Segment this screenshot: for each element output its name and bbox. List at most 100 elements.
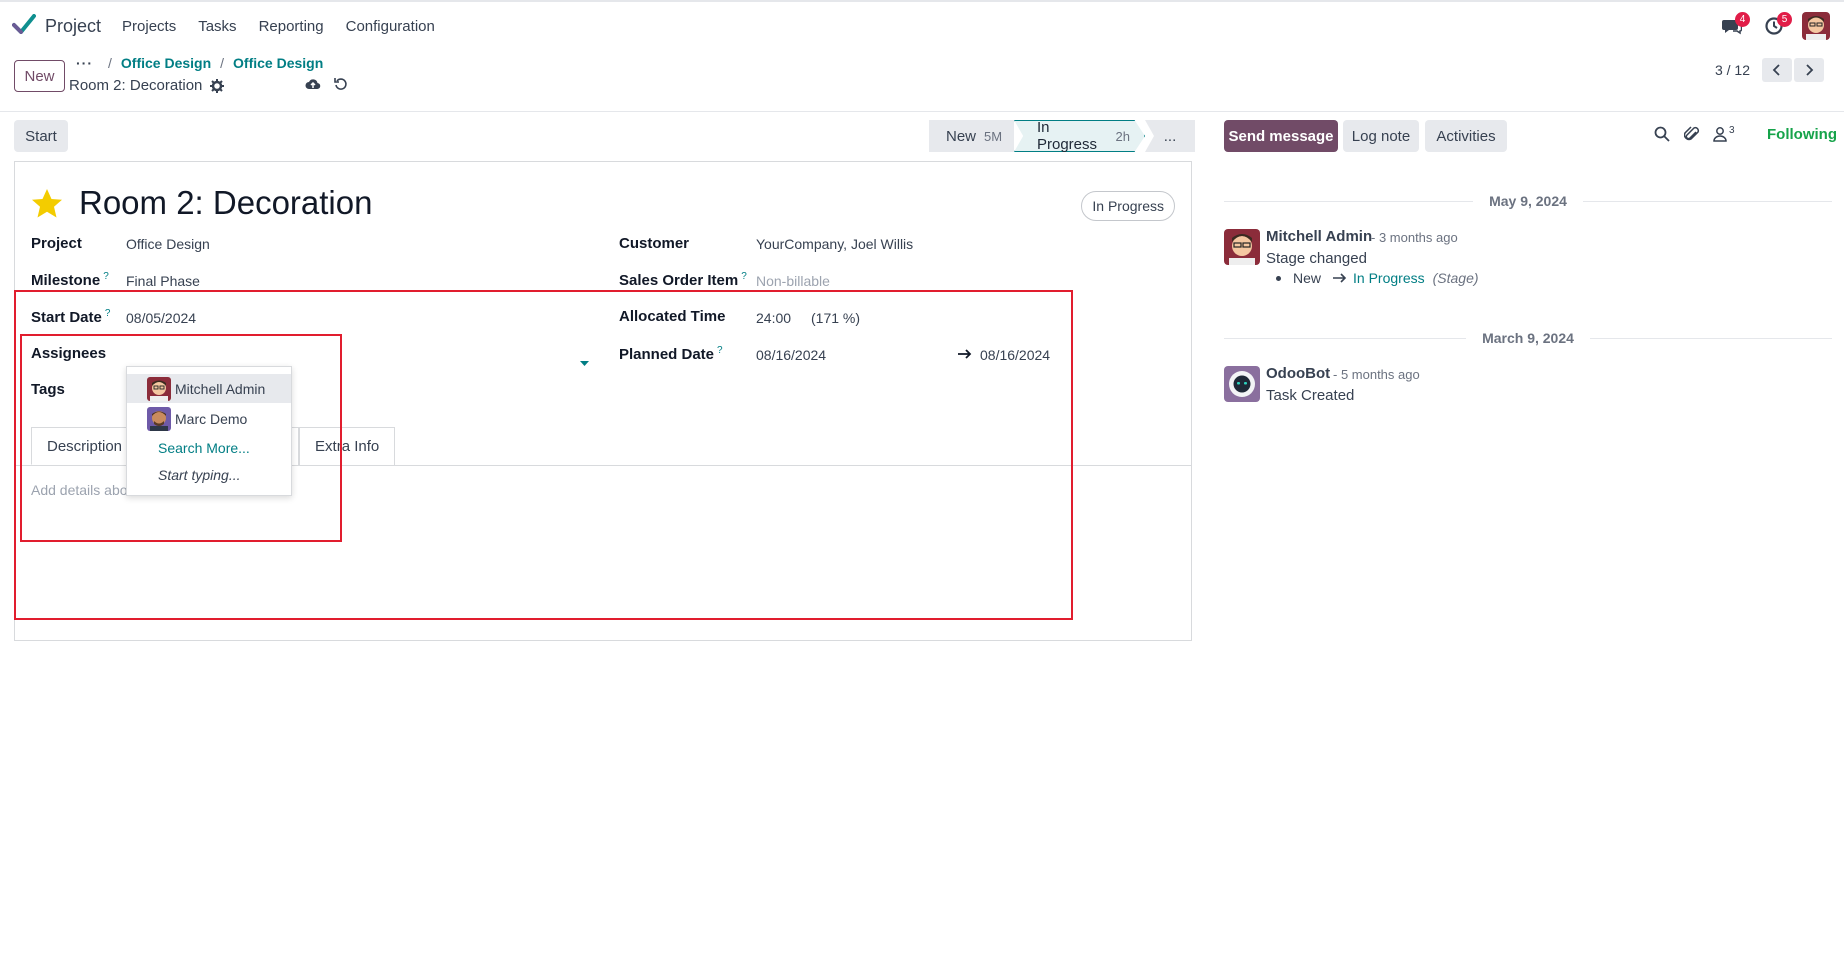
option-label: Mitchell Admin [175, 380, 266, 397]
allocated-percentage: (171 %) [811, 310, 861, 326]
customer-field[interactable]: YourCompany, Joel Willis [756, 236, 913, 252]
stage-label: New [946, 127, 977, 145]
breadcrumb-separator: / [108, 55, 112, 71]
tags-label: Tags [31, 381, 65, 398]
log-note-button[interactable]: Log note [1343, 120, 1419, 152]
paperclip-icon[interactable] [1684, 126, 1700, 143]
description-editor[interactable]: Add details abo [31, 482, 128, 498]
stage-new[interactable]: New 5M [929, 120, 1014, 152]
help-tooltip-icon[interactable]: ? [741, 271, 747, 282]
tab-extra-info[interactable]: Extra Info [299, 427, 396, 465]
stage-more-button[interactable]: ... [1145, 120, 1195, 152]
option-label: Marc Demo [175, 410, 248, 427]
help-tooltip-icon[interactable]: ? [103, 271, 109, 282]
dropdown-option-marc-demo[interactable]: Marc Demo [127, 404, 291, 433]
following-button[interactable]: Following [1767, 126, 1837, 143]
breadcrumb-project[interactable]: Office Design [121, 55, 211, 71]
avatar[interactable] [1224, 366, 1260, 402]
help-tooltip-icon[interactable]: ? [105, 308, 111, 319]
sales-order-item-label: Sales Order Item? [619, 271, 747, 289]
task-title[interactable]: Room 2: Decoration [79, 184, 372, 222]
record-title-line: Room 2: Decoration [69, 77, 225, 94]
search-more-link[interactable]: Search More... [127, 433, 291, 462]
help-tooltip-icon[interactable]: ? [717, 345, 723, 356]
breadcrumb-separator: / [220, 55, 225, 71]
planned-date-label: Planned Date? [619, 345, 723, 363]
tab-description[interactable]: Description [31, 427, 139, 465]
allocated-time-label: Allocated Time [619, 308, 726, 325]
title-row: Room 2: Decoration [31, 184, 372, 222]
dropdown-option-mitchell-admin[interactable]: Mitchell Admin [127, 374, 291, 403]
send-message-button[interactable]: Send message [1224, 120, 1338, 152]
stage-statusbar: New 5M In Progress 2h ... [929, 120, 1195, 152]
pager-previous[interactable] [1762, 58, 1792, 82]
chevron-left-icon [1772, 64, 1780, 76]
control-panel: New ··· / Office Design / Office Design … [0, 50, 1844, 112]
date-label: March 9, 2024 [1482, 330, 1574, 346]
activities-systray[interactable]: 5 [1760, 12, 1792, 40]
milestone-label: Milestone? [31, 271, 109, 289]
pager-next[interactable] [1794, 58, 1824, 82]
project-field[interactable]: Office Design [126, 236, 210, 252]
activities-button[interactable]: Activities [1425, 120, 1507, 152]
avatar [147, 406, 171, 431]
message-author[interactable]: Mitchell Admin [1266, 228, 1372, 245]
start-typing-hint: Start typing... [158, 466, 241, 483]
followers-icon[interactable] [1713, 126, 1727, 142]
menu-configuration[interactable]: Configuration [335, 18, 446, 35]
pager-value[interactable]: 3 / 12 [1715, 62, 1750, 78]
avatar[interactable] [1224, 229, 1260, 265]
followers-count: 3 [1729, 125, 1735, 136]
gear-icon[interactable] [210, 78, 225, 93]
app-brand[interactable]: Project [12, 14, 101, 38]
stage-in-progress[interactable]: In Progress 2h [1014, 120, 1145, 152]
planned-date-end[interactable]: 08/16/2024 [980, 347, 1050, 363]
record-name: Room 2: Decoration [69, 77, 203, 94]
avatar [147, 376, 171, 401]
caret-down-icon[interactable] [580, 354, 589, 371]
breadcrumb-ellipsis[interactable]: ··· [76, 55, 93, 71]
message-time: - 3 months ago [1371, 230, 1458, 245]
tracking-value: New In Progress (Stage) [1276, 270, 1479, 286]
messages-badge: 4 [1735, 12, 1750, 27]
stage-duration: 5M [984, 128, 1003, 144]
project-check-icon [12, 14, 36, 38]
start-timer-button[interactable]: Start [14, 120, 68, 152]
message-author[interactable]: OdooBot [1266, 365, 1330, 382]
milestone-field[interactable]: Final Phase [126, 273, 200, 289]
new-record-button[interactable]: New [14, 60, 65, 92]
menu-projects[interactable]: Projects [111, 18, 187, 35]
menu-tasks[interactable]: Tasks [187, 18, 247, 35]
stage-label: In Progress [1037, 119, 1098, 153]
date-label: May 9, 2024 [1489, 193, 1567, 209]
allocated-time-field[interactable]: 24:00 [756, 310, 791, 326]
tracking-field: (Stage) [1432, 270, 1479, 286]
user-avatar[interactable] [1802, 12, 1830, 40]
assignees-input[interactable] [112, 357, 590, 358]
tracking-old-value: New [1293, 270, 1322, 286]
assignees-dropdown: Mitchell Admin Marc Demo Search More... … [126, 366, 292, 496]
activities-badge: 5 [1777, 12, 1792, 27]
start-date-label: Start Date? [31, 308, 111, 326]
main-menu: Projects Tasks Reporting Configuration [111, 18, 446, 35]
systray: 4 5 [1718, 2, 1844, 50]
sales-order-item-field[interactable]: Non-billable [756, 273, 830, 289]
menu-reporting[interactable]: Reporting [248, 18, 335, 35]
tracking-new-value: In Progress [1353, 270, 1425, 286]
messages-systray[interactable]: 4 [1718, 12, 1750, 40]
arrow-right-icon [1333, 273, 1347, 283]
record-pager: 3 / 12 [1715, 58, 1824, 82]
undo-icon[interactable] [334, 77, 348, 91]
planned-date-start[interactable]: 08/16/2024 [756, 347, 826, 363]
app-name: Project [45, 15, 102, 36]
cloud-upload-icon[interactable] [305, 77, 321, 91]
start-date-field[interactable]: 08/05/2024 [126, 310, 196, 326]
assignees-label: Assignees [31, 345, 107, 362]
task-state-button[interactable]: In Progress [1081, 191, 1175, 221]
breadcrumb: ··· / Office Design / Office Design [70, 55, 323, 71]
search-icon[interactable] [1654, 126, 1670, 142]
breadcrumb-tasks[interactable]: Office Design [233, 55, 323, 71]
star-icon[interactable] [31, 188, 63, 219]
top-navbar: Project Projects Tasks Reporting Configu… [0, 0, 1844, 50]
message-body: Stage changed [1266, 250, 1367, 267]
